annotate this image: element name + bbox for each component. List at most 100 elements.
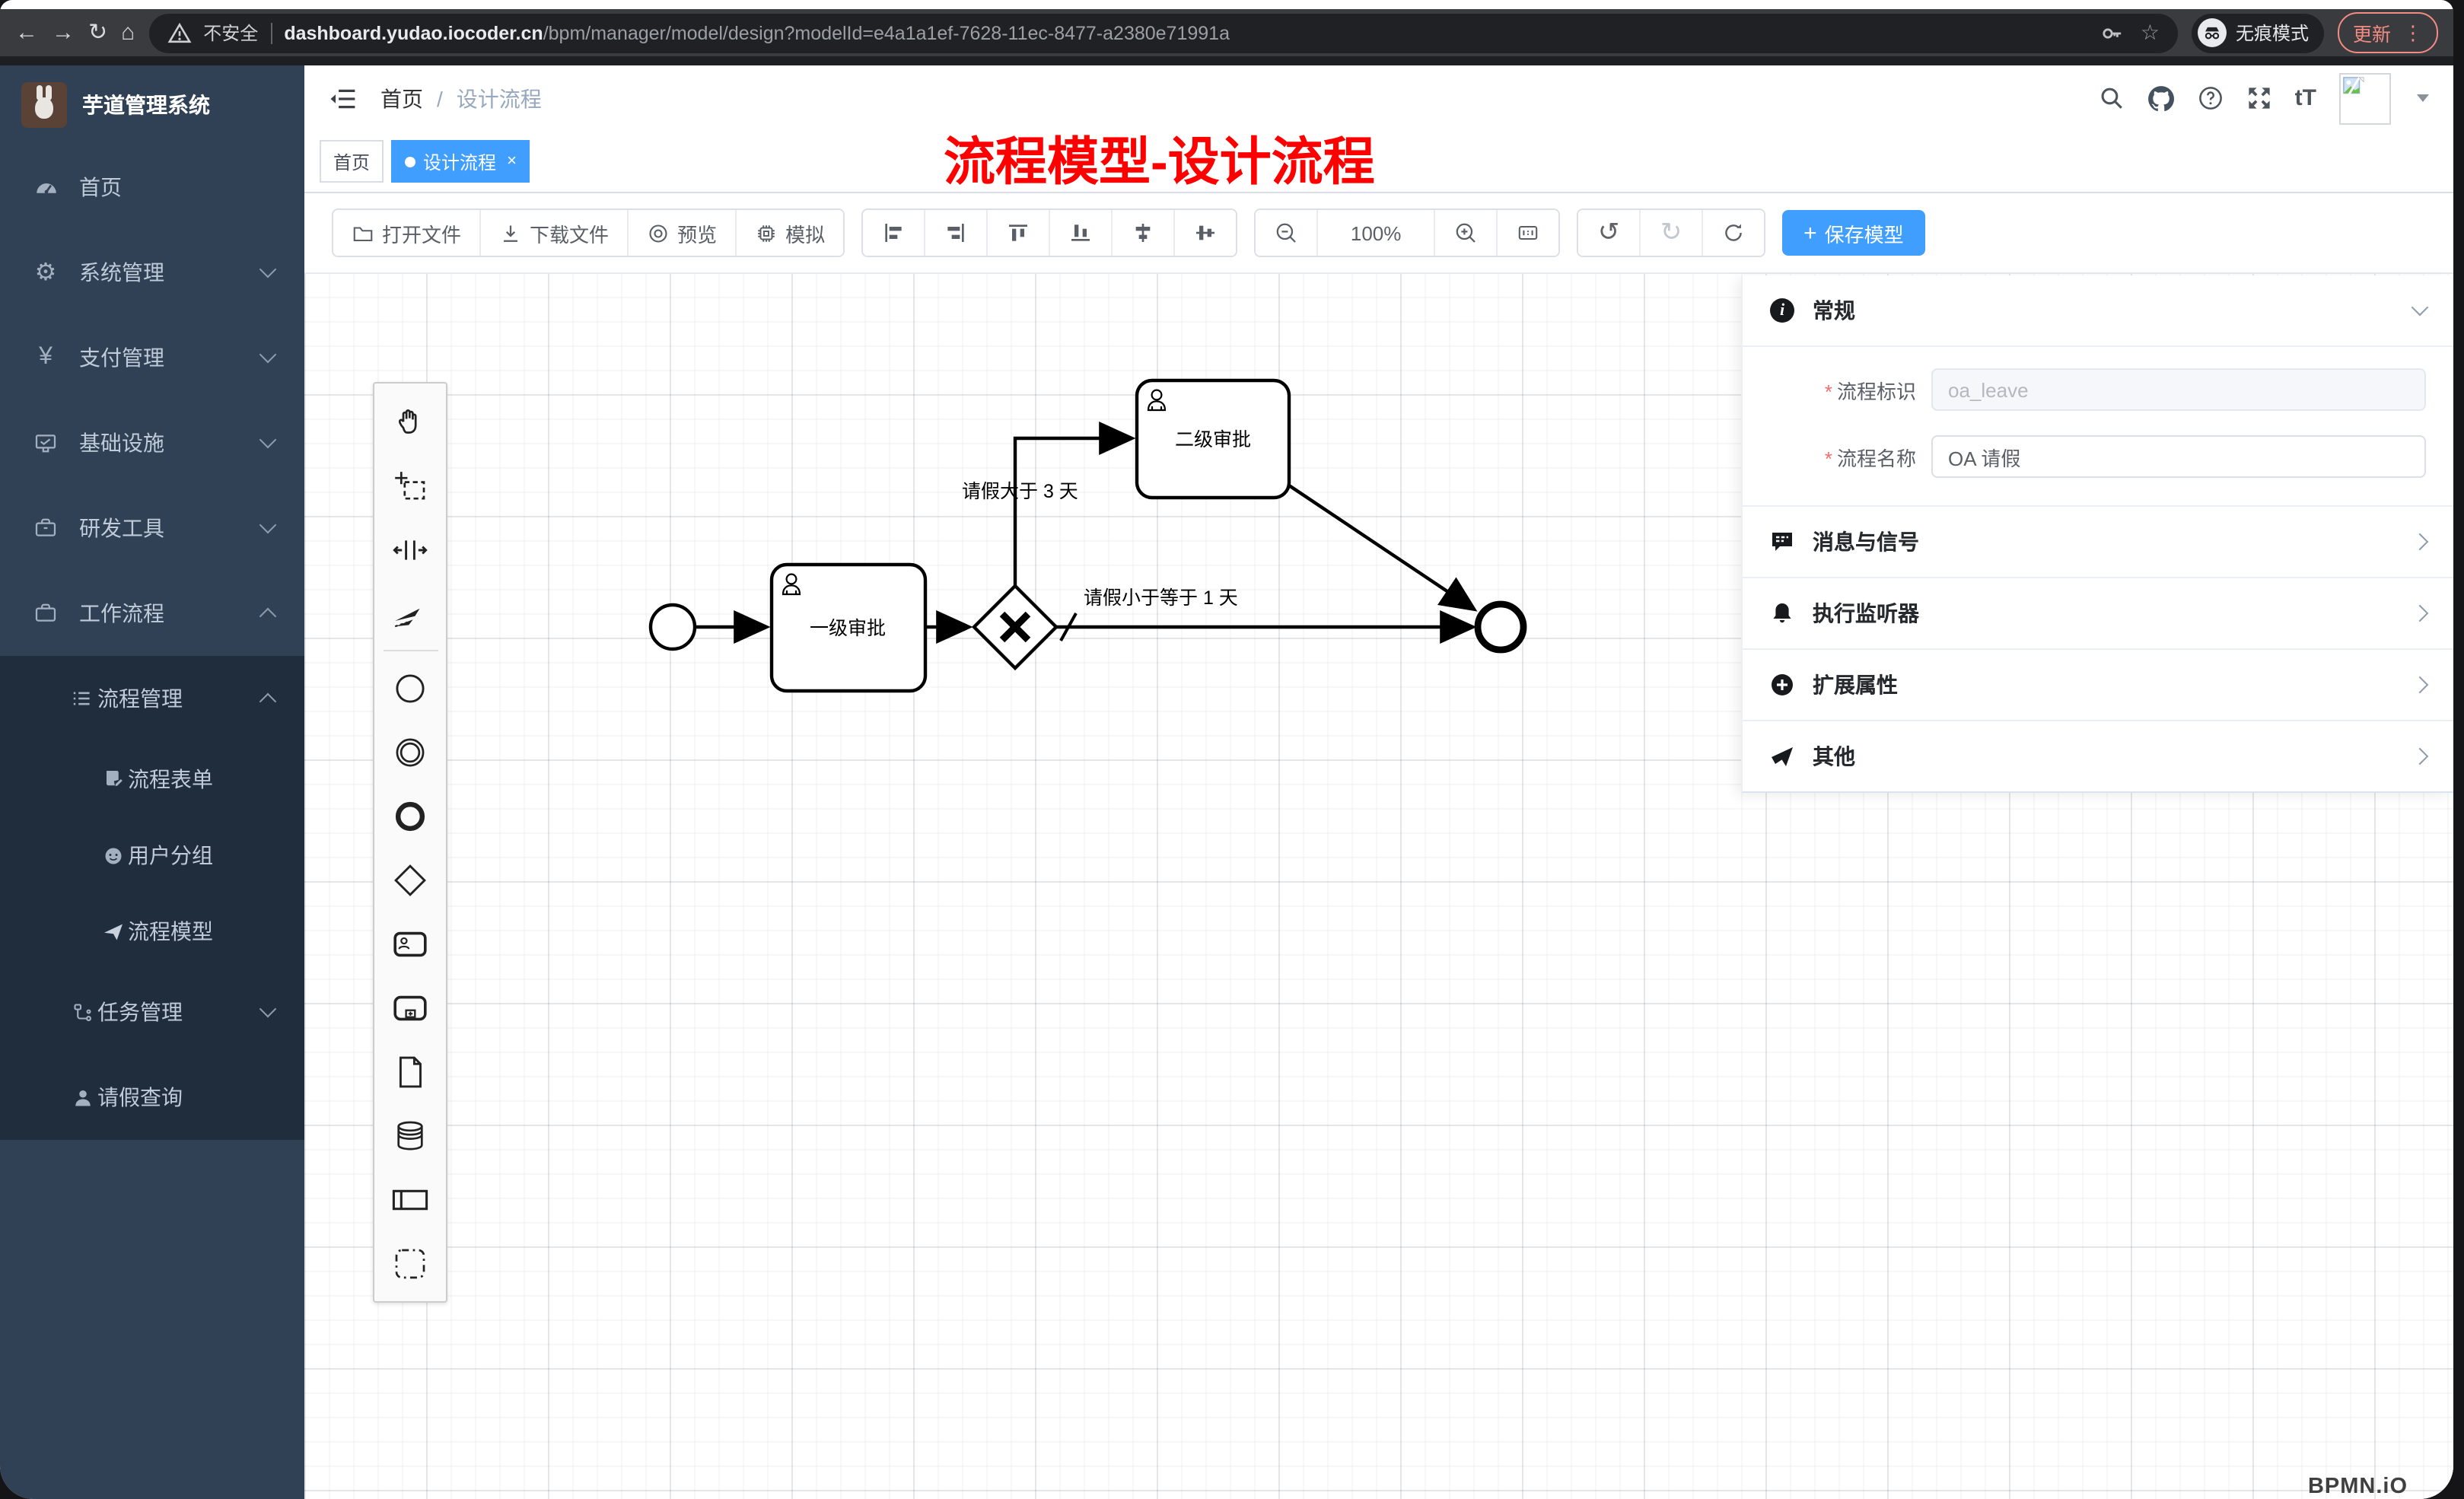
exclusive-gateway[interactable] (974, 586, 1056, 668)
align-center-horizontal-button[interactable] (1111, 210, 1173, 256)
field-label: *流程名称 (1770, 442, 1916, 471)
bpmn-palette (373, 382, 447, 1303)
sidebar-item-infra[interactable]: 基础设施 (0, 400, 304, 485)
restart-button[interactable] (1702, 210, 1764, 256)
create-start-event[interactable] (381, 656, 439, 720)
panel-section-other[interactable]: 其他 (1743, 720, 2453, 791)
create-intermediate-event[interactable] (381, 720, 439, 784)
help-icon[interactable] (2198, 85, 2224, 111)
flow-gateway-to-task2[interactable] (1015, 438, 1131, 586)
github-icon[interactable] (2147, 84, 2175, 112)
align-bottom-button[interactable] (1049, 210, 1111, 256)
sidebar-item-process-model[interactable]: 流程模型 (0, 893, 304, 969)
create-data-object[interactable] (381, 1039, 439, 1103)
browser-chrome: ← → ↻ ⌂ 不安全 dashboard.yudao.iocoder.cn/b… (0, 9, 2453, 65)
sidebar-item-label: 流程模型 (128, 916, 213, 947)
lasso-tool[interactable] (381, 454, 439, 517)
create-participant[interactable] (381, 1167, 439, 1231)
sidebar-item-system[interactable]: ⚙ 系统管理 (0, 230, 304, 315)
align-left-button[interactable] (863, 210, 924, 256)
create-data-store[interactable] (381, 1103, 439, 1167)
panel-section-extensions[interactable]: 扩展属性 (1743, 648, 2453, 720)
tag-design-process[interactable]: 设计流程 × (391, 140, 530, 183)
process-key-input[interactable] (1931, 368, 2426, 411)
tag-label: 首页 (333, 148, 370, 174)
redo-button[interactable]: ↻ (1639, 210, 1702, 256)
preview-button[interactable]: 预览 (627, 210, 735, 256)
create-end-event[interactable] (381, 784, 439, 848)
breadcrumb-home[interactable]: 首页 (380, 83, 423, 113)
fullscreen-icon[interactable] (2246, 85, 2272, 111)
undo-button[interactable]: ↺ (1578, 210, 1639, 256)
url-bar[interactable]: 不安全 dashboard.yudao.iocoder.cn/bpm/manag… (148, 13, 2178, 53)
sidebar-item-label: 流程表单 (128, 764, 213, 794)
avatar[interactable] (2339, 72, 2391, 124)
open-file-button[interactable]: 打开文件 (333, 210, 479, 256)
create-group[interactable] (381, 1231, 439, 1295)
space-tool[interactable] (381, 517, 439, 581)
font-size-icon[interactable]: tT (2295, 85, 2316, 111)
field-process-name: *流程名称 (1770, 435, 2426, 478)
breadcrumb: 首页 / 设计流程 (380, 83, 542, 113)
search-icon[interactable] (2099, 85, 2125, 111)
simulate-button[interactable]: 模拟 (735, 210, 843, 256)
field-label-text: 流程标识 (1837, 380, 1916, 403)
sidebar-item-task-mgmt[interactable]: 任务管理 (0, 969, 304, 1055)
home-icon[interactable]: ⌂ (121, 21, 135, 44)
align-top-button[interactable] (986, 210, 1049, 256)
panel-section-general[interactable]: i 常规 (1743, 275, 2453, 345)
app-logo-row[interactable]: 芋道管理系统 (0, 65, 304, 145)
user-task-level2[interactable]: 二级审批 (1137, 380, 1289, 498)
create-subprocess[interactable] (381, 975, 439, 1039)
forward-icon[interactable]: → (52, 21, 75, 44)
chevron-right-icon (2411, 748, 2429, 765)
sidebar-item-payment[interactable]: ¥ 支付管理 (0, 315, 304, 400)
bookmark-star-icon[interactable]: ☆ (2141, 20, 2160, 46)
sidebar-item-leave-query[interactable]: 请假查询 (0, 1055, 304, 1140)
create-user-task[interactable] (381, 912, 439, 975)
browser-update-button[interactable]: 更新 ⋮ (2338, 12, 2438, 53)
start-event[interactable] (651, 605, 695, 649)
sidebar-item-devtools[interactable]: 研发工具 (0, 485, 304, 571)
sidebar-item-process-form[interactable]: 流程表单 (0, 741, 304, 817)
button-label: 下载文件 (530, 218, 609, 247)
flow-label-gt3[interactable]: 请假大于 3 天 (962, 481, 1078, 502)
create-gateway[interactable] (381, 848, 439, 912)
sidebar-collapse-icon[interactable] (329, 84, 356, 112)
sidebar-item-workflow[interactable]: 工作流程 (0, 571, 304, 656)
end-event[interactable] (1478, 604, 1523, 650)
zoom-in-button[interactable] (1434, 210, 1496, 256)
browser-menu-icon[interactable]: ⋮ (2403, 21, 2423, 45)
sidebar-item-home[interactable]: 首页 (0, 145, 304, 230)
palette-separator (383, 650, 438, 651)
hand-tool[interactable] (381, 390, 439, 454)
incognito-label: 无痕模式 (2236, 20, 2309, 46)
flow-label-le1[interactable]: 请假小于等于 1 天 (1084, 587, 1238, 609)
bpmn-io-watermark[interactable]: BPMN.iO (2308, 1475, 2408, 1499)
incognito-icon (2198, 18, 2227, 47)
panel-section-messages[interactable]: 消息与信号 (1743, 505, 2453, 577)
back-icon[interactable]: ← (15, 21, 38, 44)
tag-home[interactable]: 首页 (320, 140, 384, 183)
align-center-vertical-button[interactable] (1173, 210, 1236, 256)
update-label: 更新 (2353, 18, 2391, 47)
panel-section-listeners[interactable]: 执行监听器 (1743, 577, 2453, 648)
process-name-input[interactable] (1931, 435, 2426, 478)
align-top-icon (1006, 221, 1030, 245)
zoom-reset-button[interactable] (1496, 210, 1558, 256)
sidebar-item-user-group[interactable]: 用户分组 (0, 817, 304, 893)
user-task-level1[interactable]: 一级审批 (772, 565, 925, 691)
sidebar-item-process-mgmt[interactable]: 流程管理 (0, 656, 304, 741)
key-icon[interactable] (2101, 21, 2125, 45)
section-label: 执行监听器 (1813, 598, 1919, 629)
align-right-button[interactable] (924, 210, 986, 256)
global-connect-tool[interactable] (381, 581, 439, 645)
reload-icon[interactable]: ↻ (88, 21, 107, 44)
download-file-button[interactable]: 下载文件 (479, 210, 627, 256)
flow-task2-to-end[interactable] (1289, 485, 1473, 609)
save-model-button[interactable]: + 保存模型 (1782, 210, 1925, 256)
section-label: 消息与信号 (1813, 527, 1919, 557)
zoom-out-button[interactable] (1256, 210, 1316, 256)
tag-close-icon[interactable]: × (507, 153, 517, 170)
avatar-caret-icon[interactable] (2417, 94, 2429, 102)
